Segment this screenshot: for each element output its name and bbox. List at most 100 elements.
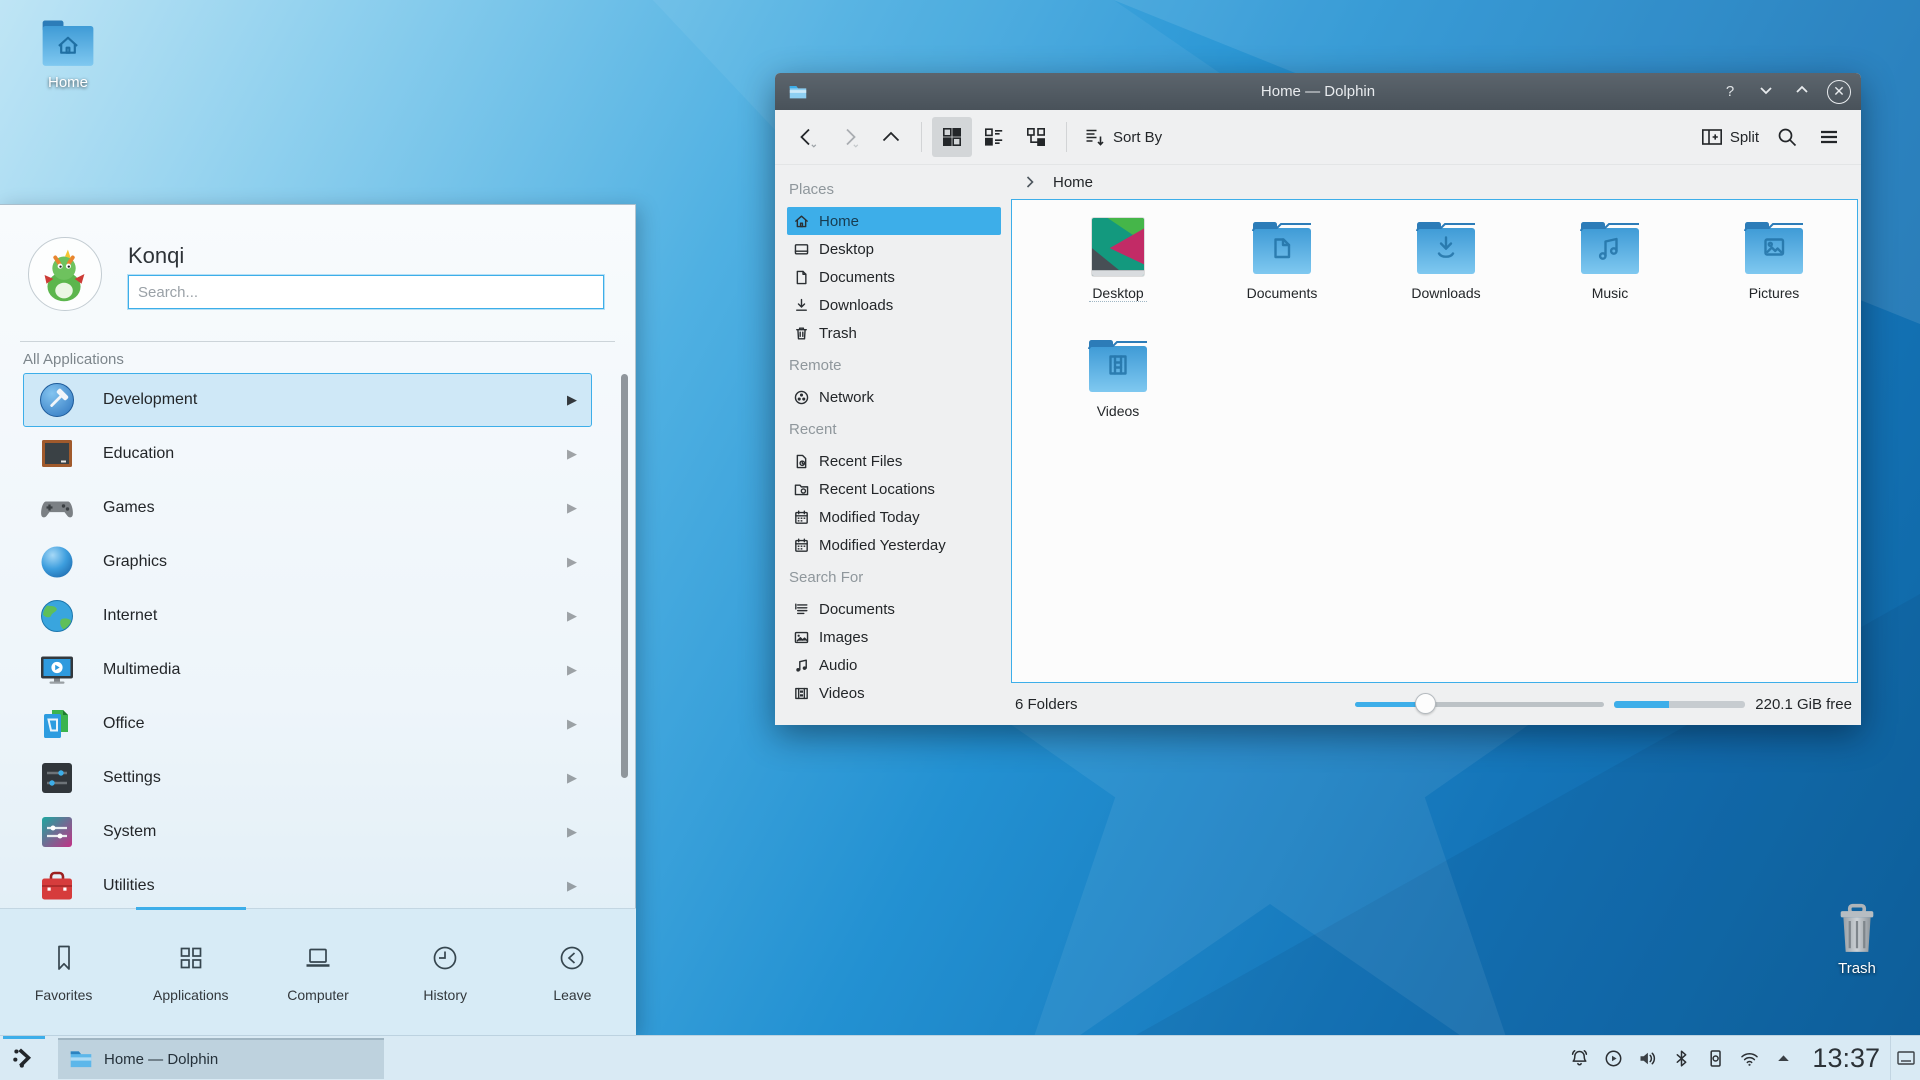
desktop-icon-home[interactable]: Home [26,16,110,91]
window-folder-icon [787,81,809,103]
sidebar-item-images[interactable]: Images [787,623,1001,651]
sidebar-item-modified-yesterday[interactable]: Modified Yesterday [787,531,1001,559]
side-download-icon [793,297,810,314]
media-player-icon[interactable] [1603,1048,1624,1069]
app-item-label: Internet [103,607,567,625]
submenu-arrow-icon: ▶ [567,878,577,894]
sidebar-item-label: Images [819,629,868,646]
sidebar-item-modified-today[interactable]: Modified Today [787,503,1001,531]
app-item-utilities[interactable]: Utilities▶ [23,859,592,913]
active-tab-indicator [136,907,246,910]
bluetooth-icon[interactable] [1671,1048,1692,1069]
folder-item-music[interactable]: Music [1528,214,1692,332]
show-desktop-button[interactable] [1890,1036,1920,1080]
expand-tray-icon[interactable] [1773,1048,1794,1069]
folder-view[interactable]: DesktopDocumentsDownloadsMusicPictures Vi… [1011,199,1858,683]
up-button[interactable] [871,117,911,157]
sidebar-item-label: Modified Today [819,509,920,526]
breadcrumb[interactable]: Home [1011,165,1858,199]
titlebar[interactable]: Home — Dolphin ? ✕ [775,73,1861,110]
clock[interactable]: 13:37 [1812,1043,1880,1074]
app-item-games[interactable]: Games▶ [23,481,592,535]
user-avatar[interactable] [28,237,102,311]
folder-item-downloads[interactable]: Downloads [1364,214,1528,332]
places-panel: PlacesHomeDesktopDocumentsDownloadsTrash… [775,165,1011,725]
sidebar-item-network[interactable]: Network [787,383,1001,411]
folder-item-desktop[interactable]: Desktop [1036,214,1200,332]
split-button[interactable]: Split [1694,117,1765,157]
device-notifier-icon[interactable] [1705,1048,1726,1069]
app-item-label: Education [103,445,567,463]
disk-capacity-bar [1614,701,1745,708]
notifications-icon[interactable] [1569,1048,1590,1069]
help-button[interactable]: ? [1719,83,1741,100]
side-calendar-icon [793,537,810,554]
zoom-slider[interactable] [1355,693,1604,715]
close-button[interactable]: ✕ [1827,80,1851,104]
sidebar-item-documents[interactable]: Documents [787,263,1001,291]
sidebar-item-audio[interactable]: Audio [787,651,1001,679]
sidebar-item-trash[interactable]: Trash [787,319,1001,347]
details-view-button[interactable] [974,117,1014,157]
app-item-development[interactable]: Development▶ [23,373,592,427]
volume-icon[interactable] [1637,1048,1658,1069]
task-label: Home — Dolphin [104,1051,218,1068]
sidebar-item-recent-files[interactable]: Recent Files [787,447,1001,475]
side-document-icon [793,269,810,286]
tab-leave[interactable]: Leave [509,909,636,1035]
forward-button[interactable] [829,117,869,157]
tab-label: Leave [553,987,591,1003]
desktop-icon-trash[interactable]: Trash [1815,902,1899,977]
submenu-arrow-icon: ▶ [567,824,577,840]
sidebar-item-label: Recent Locations [819,481,935,498]
app-item-settings[interactable]: Settings▶ [23,751,592,805]
sidebar-item-downloads[interactable]: Downloads [787,291,1001,319]
app-multimedia-icon [37,650,77,690]
task-button-home-dolphin[interactable]: Home — Dolphin [58,1038,384,1079]
folder-download-icon [1414,218,1478,278]
back-button[interactable] [787,117,827,157]
app-item-label: Games [103,499,567,517]
desktop-preview-icon [1092,218,1144,276]
sidebar-item-videos[interactable]: Videos [787,679,1001,707]
side-home-icon [793,213,810,230]
submenu-arrow-icon: ▶ [567,392,577,408]
app-graphics-icon [37,542,77,582]
submenu-arrow-icon: ▶ [567,554,577,570]
app-item-system[interactable]: System▶ [23,805,592,859]
folder-item-videos[interactable]: Videos [1036,332,1200,450]
search-input[interactable] [128,275,604,309]
breadcrumb-current[interactable]: Home [1053,174,1093,191]
launcher-scrollbar[interactable] [621,374,628,778]
folder-item-documents[interactable]: Documents [1200,214,1364,332]
app-item-office[interactable]: Office▶ [23,697,592,751]
sidebar-item-desktop[interactable]: Desktop [787,235,1001,263]
taskbar: Home — Dolphin 13:37 [0,1035,1920,1080]
folder-document-icon [1250,218,1314,278]
sidebar-item-home[interactable]: Home [787,207,1001,235]
wifi-icon[interactable] [1739,1048,1760,1069]
desktop: HomeTrash Konqi All Applicat [0,0,1920,1080]
sort-by-button[interactable]: Sort By [1077,117,1168,157]
side-doclines-icon [793,601,810,618]
application-launcher-button[interactable] [0,1036,48,1080]
app-item-education[interactable]: Education▶ [23,427,592,481]
sidebar-item-documents[interactable]: Documents [787,595,1001,623]
desktop-preview-icon [1086,218,1150,278]
tab-history[interactable]: History [382,909,509,1035]
icons-view-button[interactable] [932,117,972,157]
app-item-internet[interactable]: Internet▶ [23,589,592,643]
minimize-button[interactable] [1755,82,1777,102]
sidebar-item-recent-locations[interactable]: Recent Locations [787,475,1001,503]
tab-applications[interactable]: Applications [127,909,254,1035]
tab-computer[interactable]: Computer [254,909,381,1035]
zoom-slider-handle[interactable] [1415,693,1436,714]
menu-button[interactable] [1809,117,1849,157]
app-item-multimedia[interactable]: Multimedia▶ [23,643,592,697]
tab-favorites[interactable]: Favorites [0,909,127,1035]
search-button[interactable] [1767,117,1807,157]
folder-item-pictures[interactable]: Pictures [1692,214,1856,332]
maximize-button[interactable] [1791,82,1813,102]
tree-view-button[interactable] [1016,117,1056,157]
app-item-graphics[interactable]: Graphics▶ [23,535,592,589]
